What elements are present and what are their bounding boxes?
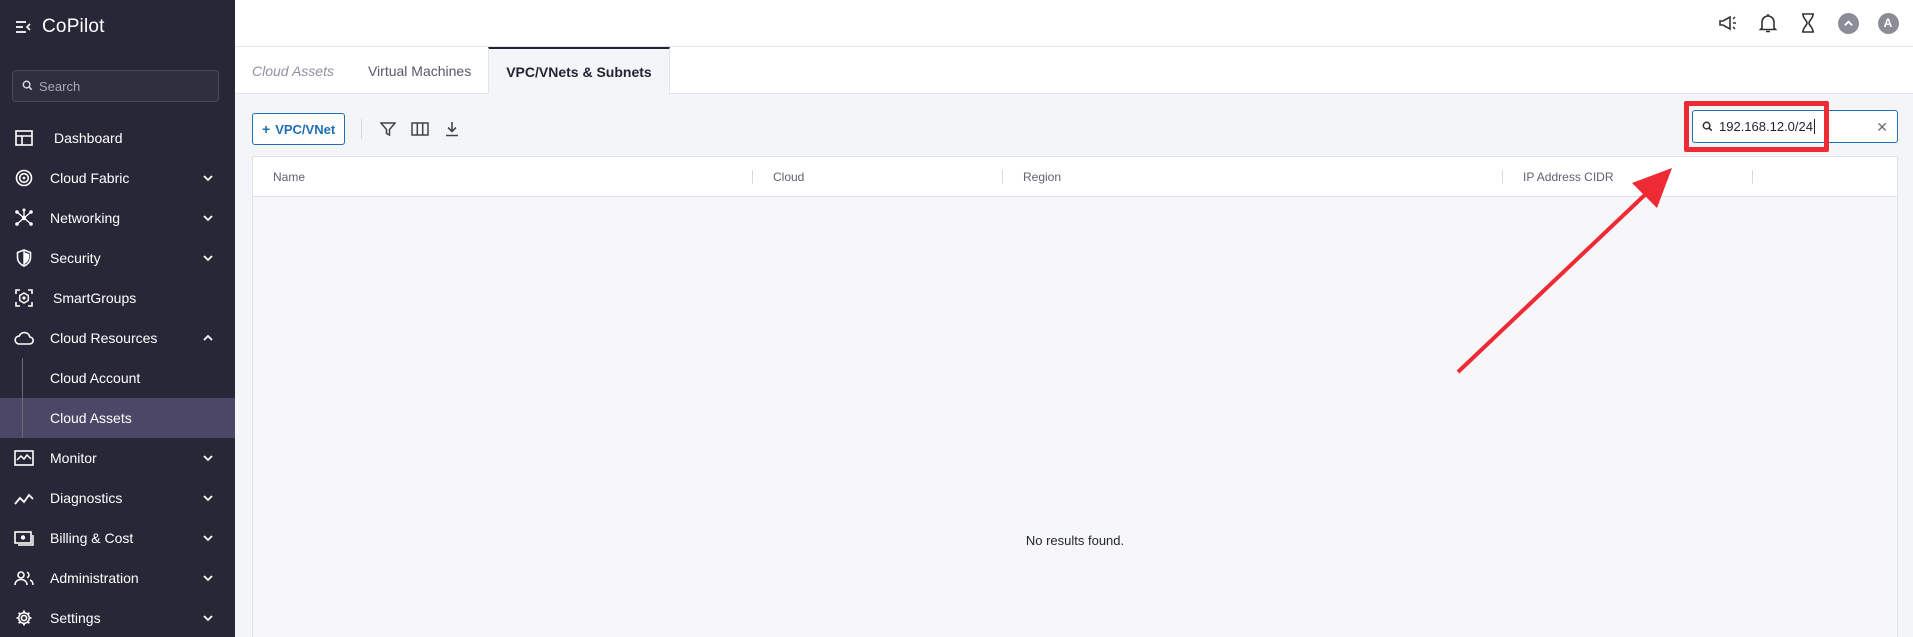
cloud-icon <box>14 328 34 348</box>
gear-icon <box>14 608 34 628</box>
brand: CoPilot <box>14 15 105 39</box>
networking-icon <box>14 208 34 228</box>
annotation-highlight-box <box>1684 101 1829 152</box>
chevron-down-icon <box>201 251 215 265</box>
main-content: + VPC/VNet 192.168.12.0/24 ✕ Name Cloud <box>235 94 1913 637</box>
sidebar-item-label: Cloud Assets <box>50 410 132 426</box>
sidebar-item-label: Settings <box>50 610 101 626</box>
sidebar-item-billing-cost[interactable]: Billing & Cost <box>0 518 235 558</box>
sidebar-search-placeholder: Search <box>39 78 81 94</box>
shield-icon <box>14 248 34 268</box>
sidebar-item-label: SmartGroups <box>53 290 137 306</box>
top-icons: A <box>1699 12 1899 34</box>
chevron-down-icon <box>201 611 215 625</box>
sidebar-item-label: Cloud Fabric <box>50 170 130 186</box>
bell-icon[interactable] <box>1757 12 1779 34</box>
search-icon <box>22 78 33 94</box>
columns-icon[interactable] <box>410 119 430 139</box>
results-table: Name Cloud Region IP Address CIDR No res… <box>252 156 1898 637</box>
tab-vpc-vnets-subnets[interactable]: VPC/VNets & Subnets <box>488 47 670 94</box>
chevron-down-icon <box>201 531 215 545</box>
tab-virtual-machines[interactable]: Virtual Machines <box>351 47 488 94</box>
toolbar: + VPC/VNet <box>252 113 474 145</box>
cloud-fabric-icon <box>14 168 34 188</box>
sidebar-item-label: Monitor <box>50 450 97 466</box>
billing-icon <box>14 528 34 548</box>
add-vpc-vnet-button[interactable]: + VPC/VNet <box>252 113 346 145</box>
sidebar-item-label: Diagnostics <box>50 490 123 506</box>
sidebar-item-label: Dashboard <box>54 130 123 146</box>
dashboard-icon <box>14 128 34 148</box>
sidebar-item-label: Billing & Cost <box>50 530 134 546</box>
sidebar-item-smartgroups[interactable]: SmartGroups <box>0 278 235 318</box>
collapse-menu-icon[interactable] <box>14 18 32 36</box>
sidebar-item-dashboard[interactable]: Dashboard <box>0 118 235 158</box>
toolbar-divider <box>361 119 363 139</box>
column-header-name[interactable]: Name <box>253 157 753 197</box>
sidebar-nav: Dashboard Cloud Fabric Networking Securi… <box>0 118 235 637</box>
sidebar-item-label: Cloud Resources <box>50 330 158 346</box>
tab-cloud-assets[interactable]: Cloud Assets <box>235 47 351 94</box>
smartgroups-icon <box>14 288 34 308</box>
sidebar-item-cloud-account[interactable]: Cloud Account <box>0 358 235 398</box>
clear-search-icon[interactable]: ✕ <box>1876 119 1888 136</box>
user-avatar[interactable]: A <box>1877 12 1899 34</box>
empty-state-message: No results found. <box>1025 533 1125 548</box>
column-header-ip-address-cidr[interactable]: IP Address CIDR <box>1503 157 1753 197</box>
sidebar-item-diagnostics[interactable]: Diagnostics <box>0 478 235 518</box>
sidebar-item-networking[interactable]: Networking <box>0 198 235 238</box>
download-icon[interactable] <box>442 119 462 139</box>
avatar-initial: A <box>1877 12 1899 34</box>
sidebar-item-label: Security <box>50 250 101 266</box>
monitor-icon <box>14 448 34 468</box>
chevron-down-icon <box>201 211 215 225</box>
tab-bar: Cloud Assets Virtual Machines VPC/VNets … <box>235 47 1913 94</box>
sidebar-item-settings[interactable]: Settings <box>0 598 235 637</box>
megaphone-icon[interactable] <box>1717 12 1739 34</box>
app-title: CoPilot <box>42 16 105 37</box>
filter-icon[interactable] <box>378 119 398 139</box>
sidebar-item-administration[interactable]: Administration <box>0 558 235 598</box>
chevron-down-icon <box>201 171 215 185</box>
diagnostics-icon <box>14 488 34 508</box>
administration-icon <box>14 568 34 588</box>
sidebar: CoPilot Search Dashboard Cloud Fabric Ne… <box>0 0 235 637</box>
sidebar-item-cloud-fabric[interactable]: Cloud Fabric <box>0 158 235 198</box>
add-vpc-vnet-label: VPC/VNet <box>275 121 336 137</box>
chevron-down-icon <box>201 451 215 465</box>
sidebar-item-cloud-assets[interactable]: Cloud Assets <box>0 398 235 438</box>
sidebar-item-label: Administration <box>50 570 139 586</box>
column-header-region[interactable]: Region <box>1003 157 1503 197</box>
collapse-up-icon[interactable] <box>1837 12 1859 34</box>
top-bar: A <box>235 0 1913 47</box>
sidebar-item-label: Cloud Account <box>50 370 141 386</box>
chevron-up-icon <box>201 331 215 345</box>
sidebar-item-monitor[interactable]: Monitor <box>0 438 235 478</box>
table-header: Name Cloud Region IP Address CIDR <box>253 157 1897 197</box>
chevron-down-icon <box>201 571 215 585</box>
hourglass-icon[interactable] <box>1797 12 1819 34</box>
chevron-down-icon <box>201 491 215 505</box>
sidebar-item-security[interactable]: Security <box>0 238 235 278</box>
plus-icon: + <box>262 121 271 137</box>
column-header-cloud[interactable]: Cloud <box>753 157 1003 197</box>
sidebar-item-cloud-resources[interactable]: Cloud Resources <box>0 318 235 358</box>
sidebar-search-input[interactable]: Search <box>12 70 219 102</box>
sidebar-item-label: Networking <box>50 210 121 226</box>
